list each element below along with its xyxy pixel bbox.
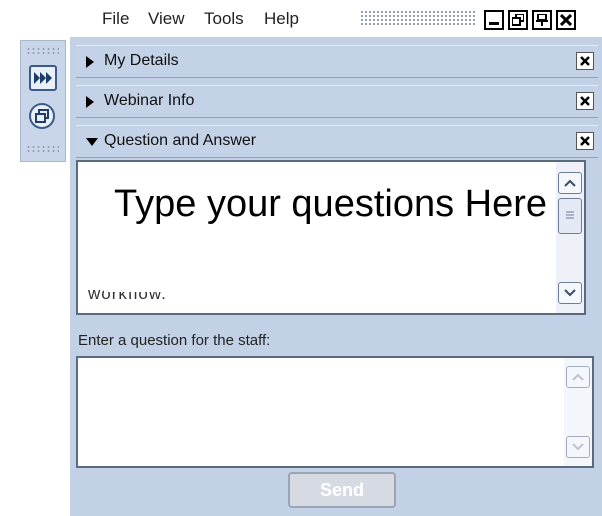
section-question-and-answer[interactable]: Question and Answer xyxy=(76,125,598,158)
toolbar-grip-bottom[interactable] xyxy=(26,145,59,153)
send-button[interactable]: Send xyxy=(288,472,396,508)
side-toolbar xyxy=(20,40,66,162)
scroll-down-icon[interactable] xyxy=(566,436,590,458)
forward-arrows-icon[interactable] xyxy=(29,65,57,91)
menu-grip[interactable] xyxy=(360,10,476,27)
close-icon[interactable] xyxy=(576,92,594,110)
section-label: My Details xyxy=(104,52,179,69)
scroll-up-icon[interactable] xyxy=(558,172,582,194)
toolbar-grip[interactable] xyxy=(26,47,59,55)
menu-file[interactable]: File xyxy=(102,9,129,29)
menu-tools[interactable]: Tools xyxy=(204,9,244,29)
webinar-panel-window: File View Tools Help My Details Webinar … xyxy=(70,0,602,516)
question-prompt-label: Enter a question for the staff: xyxy=(78,332,271,349)
pin-icon[interactable] xyxy=(532,10,552,30)
input-scrollbar[interactable] xyxy=(564,358,592,466)
minimize-icon[interactable] xyxy=(484,10,504,30)
question-input[interactable] xyxy=(76,356,594,468)
close-window-icon[interactable] xyxy=(556,10,576,30)
close-icon[interactable] xyxy=(576,132,594,150)
scroll-up-icon[interactable] xyxy=(566,366,590,388)
menu-help[interactable]: Help xyxy=(264,9,299,29)
menu-view[interactable]: View xyxy=(148,9,185,29)
scroll-thumb[interactable] xyxy=(558,198,582,234)
expand-arrow-icon xyxy=(86,96,94,108)
qa-history: t workflow. Type your questions Here xyxy=(76,160,586,315)
collapse-arrow-icon xyxy=(86,138,98,146)
section-my-details[interactable]: My Details xyxy=(76,45,598,78)
expand-arrow-icon xyxy=(86,56,94,68)
menu-bar: File View Tools Help xyxy=(70,0,602,37)
qa-panel: t workflow. Type your questions Here Ent… xyxy=(76,160,598,516)
section-webinar-info[interactable]: Webinar Info xyxy=(76,85,598,118)
section-label: Webinar Info xyxy=(104,92,195,109)
section-label: Question and Answer xyxy=(104,132,257,149)
history-scrollbar[interactable] xyxy=(556,162,584,313)
close-icon[interactable] xyxy=(576,52,594,70)
restore-icon[interactable] xyxy=(508,10,528,30)
scroll-down-icon[interactable] xyxy=(558,282,582,304)
callout-text: Type your questions Here xyxy=(104,162,550,292)
restore-window-icon[interactable] xyxy=(29,103,55,129)
